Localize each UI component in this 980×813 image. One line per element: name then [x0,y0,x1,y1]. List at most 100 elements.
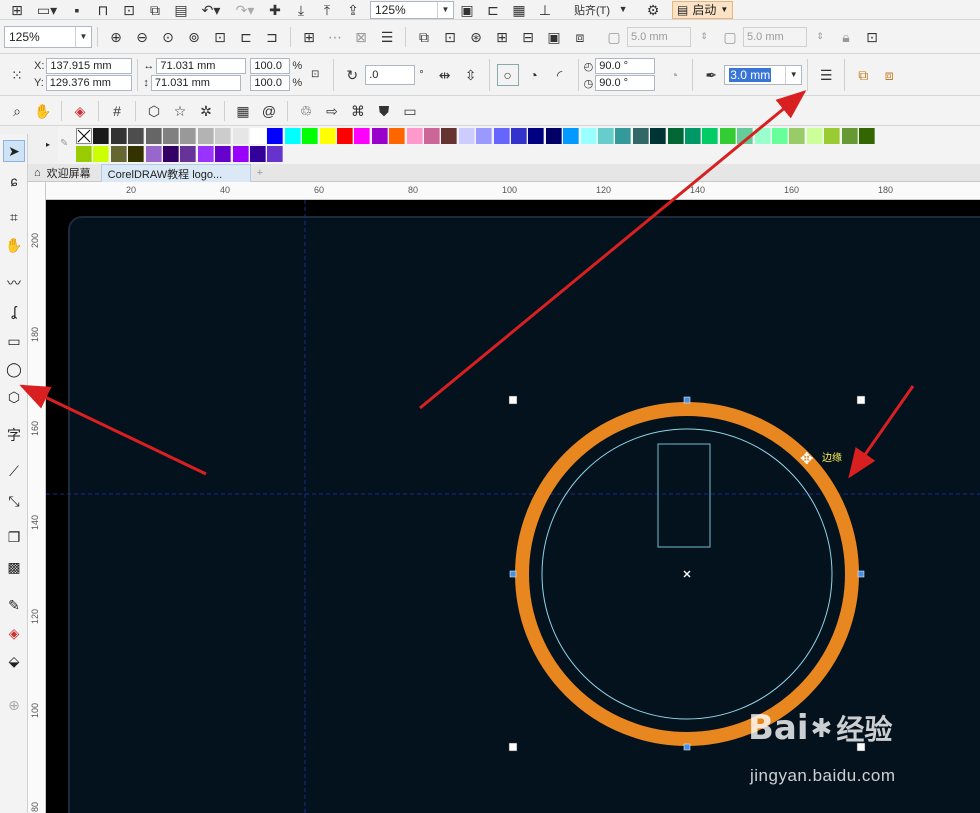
zoom-combo[interactable]: 125% ▼ [4,25,92,48]
snap-node-icon[interactable]: ⊡ [439,26,461,48]
palette-swatch[interactable] [789,128,806,144]
save-icon[interactable]: ▪ [66,0,88,21]
palette-swatch[interactable] [702,128,719,144]
arc-mode-icon[interactable]: ◜ [549,64,571,86]
align-list-icon[interactable]: ☰ [376,26,398,48]
snap-center-icon[interactable]: ⊛ [465,26,487,48]
eyedropper-tool-icon[interactable]: ✎ [3,594,25,616]
palette-swatch[interactable] [180,128,197,144]
palette-swatch[interactable] [371,128,388,144]
crop-tool-icon[interactable]: ⌗ [3,206,25,228]
palette-swatch[interactable] [806,128,823,144]
eyedropper-icon[interactable]: ✎ [60,138,68,149]
rulers-icon[interactable]: ⊏ [482,0,504,21]
pan-tool-icon[interactable]: ✋ [3,234,25,256]
palette-swatch[interactable] [441,128,458,144]
palette-swatch[interactable] [232,146,249,162]
palette-swatch[interactable] [215,128,232,144]
start-angle-field[interactable]: 90.0 ° [595,58,656,74]
grid-hash-icon[interactable]: # [106,100,128,122]
text-tool-icon[interactable]: 字 [3,424,25,446]
ruler-horizontal[interactable]: 20 40 60 80 100 120 140 160 180 [46,182,980,200]
palette-scroll-icon[interactable]: ▸ [46,140,50,149]
banner-icon[interactable]: ⛊ [373,100,395,122]
star-icon[interactable]: ☆ [169,100,191,122]
palette-swatch[interactable] [598,128,614,144]
x-position-field[interactable]: 137.915 mm [46,58,133,74]
palette-swatch[interactable] [667,128,684,144]
palette-swatch[interactable] [145,146,162,162]
connector-tool-icon[interactable]: ⤡ [3,490,25,512]
zoom-height-icon[interactable]: ⊐ [261,26,283,48]
to-front-icon[interactable]: ⧉ [852,64,874,86]
palette-swatch[interactable] [772,128,788,144]
scale-y-field[interactable]: 100.0 [250,75,291,91]
end-angle-field[interactable]: 90.0 ° [595,75,656,91]
search-content-icon[interactable]: ✚ [264,0,286,21]
palette-swatch[interactable] [267,128,284,144]
palette-swatch[interactable] [632,128,649,144]
palette-swatch[interactable] [424,128,440,144]
palette-swatch[interactable] [511,128,527,144]
stepper-icon[interactable]: ⇕ [693,26,715,48]
palette-swatch[interactable] [337,128,353,144]
y-position-field[interactable]: 129.376 mm [45,75,132,91]
palette-swatch[interactable] [354,128,371,144]
dimension-tool-icon[interactable]: ⟋ [3,460,25,482]
snap-to-menu[interactable]: 贴齐(T) [574,2,610,18]
palette-swatch[interactable] [528,128,545,144]
zoom-out-icon[interactable]: ⊖ [131,26,153,48]
palette-swatch[interactable] [284,128,301,144]
zoom-selected-icon[interactable]: ⊙ [157,26,179,48]
rectangle-tool-icon[interactable]: ▭ [3,330,25,352]
mirror-vertical-icon[interactable]: ⇳ [460,64,482,86]
cut-icon[interactable]: ⊡ [118,0,140,21]
direction-icon[interactable]: ◔ [663,64,685,86]
palette-swatch[interactable] [389,128,406,144]
ellipse-tool-icon[interactable]: ◯ [3,358,25,380]
palette-swatch[interactable] [859,128,875,144]
arrow-shapes-icon[interactable]: ⇨ [321,100,343,122]
undo-icon[interactable]: ↶▾ [196,0,226,21]
stepper-icon[interactable]: ⇕ [809,26,831,48]
flowchart-icon[interactable]: ⌘ [347,100,369,122]
spiral-icon[interactable]: @ [258,100,280,122]
guidelines-icon[interactable]: ⊥ [534,0,556,21]
tab-welcome[interactable]: ⌂ 欢迎屏幕 [28,164,97,182]
launch-button[interactable]: ▤ 启动 ▼ [672,0,734,19]
palette-swatch[interactable] [615,128,632,144]
wrap-text-icon[interactable]: ☰ [815,64,837,86]
artistic-media-icon[interactable]: ʆ [3,300,25,322]
mirror-horizontal-icon[interactable]: ⇹ [434,64,456,86]
publish-icon[interactable]: ⇪ [342,0,364,21]
no-color-swatch[interactable] [76,128,92,144]
palette-swatch[interactable] [163,128,179,144]
palette-swatch[interactable] [737,128,754,144]
pan-hand-icon[interactable]: ✋ [32,100,54,122]
more-options-icon[interactable]: ⊡ [861,26,883,48]
basic-shapes-icon[interactable]: ♲ [295,100,317,122]
zoom-all-icon[interactable]: ⊚ [183,26,205,48]
palette-swatch[interactable] [215,146,232,162]
open-icon[interactable]: ▭▾ [32,0,62,21]
palette-swatch[interactable] [476,128,493,144]
ruler-vertical[interactable]: 200 180 160 140 120 100 80 [28,182,46,813]
lock-ratio-icon[interactable]: ⊡ [304,64,326,86]
chevron-down-icon[interactable]: ▼ [75,26,91,47]
palette-swatch[interactable] [458,128,475,144]
new-document-icon[interactable]: ⊞ [6,0,28,21]
tab-document[interactable]: CorelDRAW教程 logo... [100,164,251,182]
grid-icon[interactable]: ▦ [508,0,530,21]
object-origin-icon[interactable]: ⁙ [6,64,28,86]
callout-icon[interactable]: ▭ [399,100,421,122]
import-icon[interactable]: ⤓ [290,0,312,21]
palette-swatch[interactable] [232,128,249,144]
settings-icon[interactable]: ⚙ [642,0,664,21]
paste-icon[interactable]: ▤ [170,0,192,21]
palette-swatch[interactable] [319,128,336,144]
palette-swatch[interactable] [563,128,580,144]
offset-y-field[interactable]: 5.0 mm [743,26,807,47]
palette-swatch[interactable] [110,128,127,144]
disabled-frame-icon[interactable]: ⊠ [350,26,372,48]
palette-swatch[interactable] [650,128,667,144]
